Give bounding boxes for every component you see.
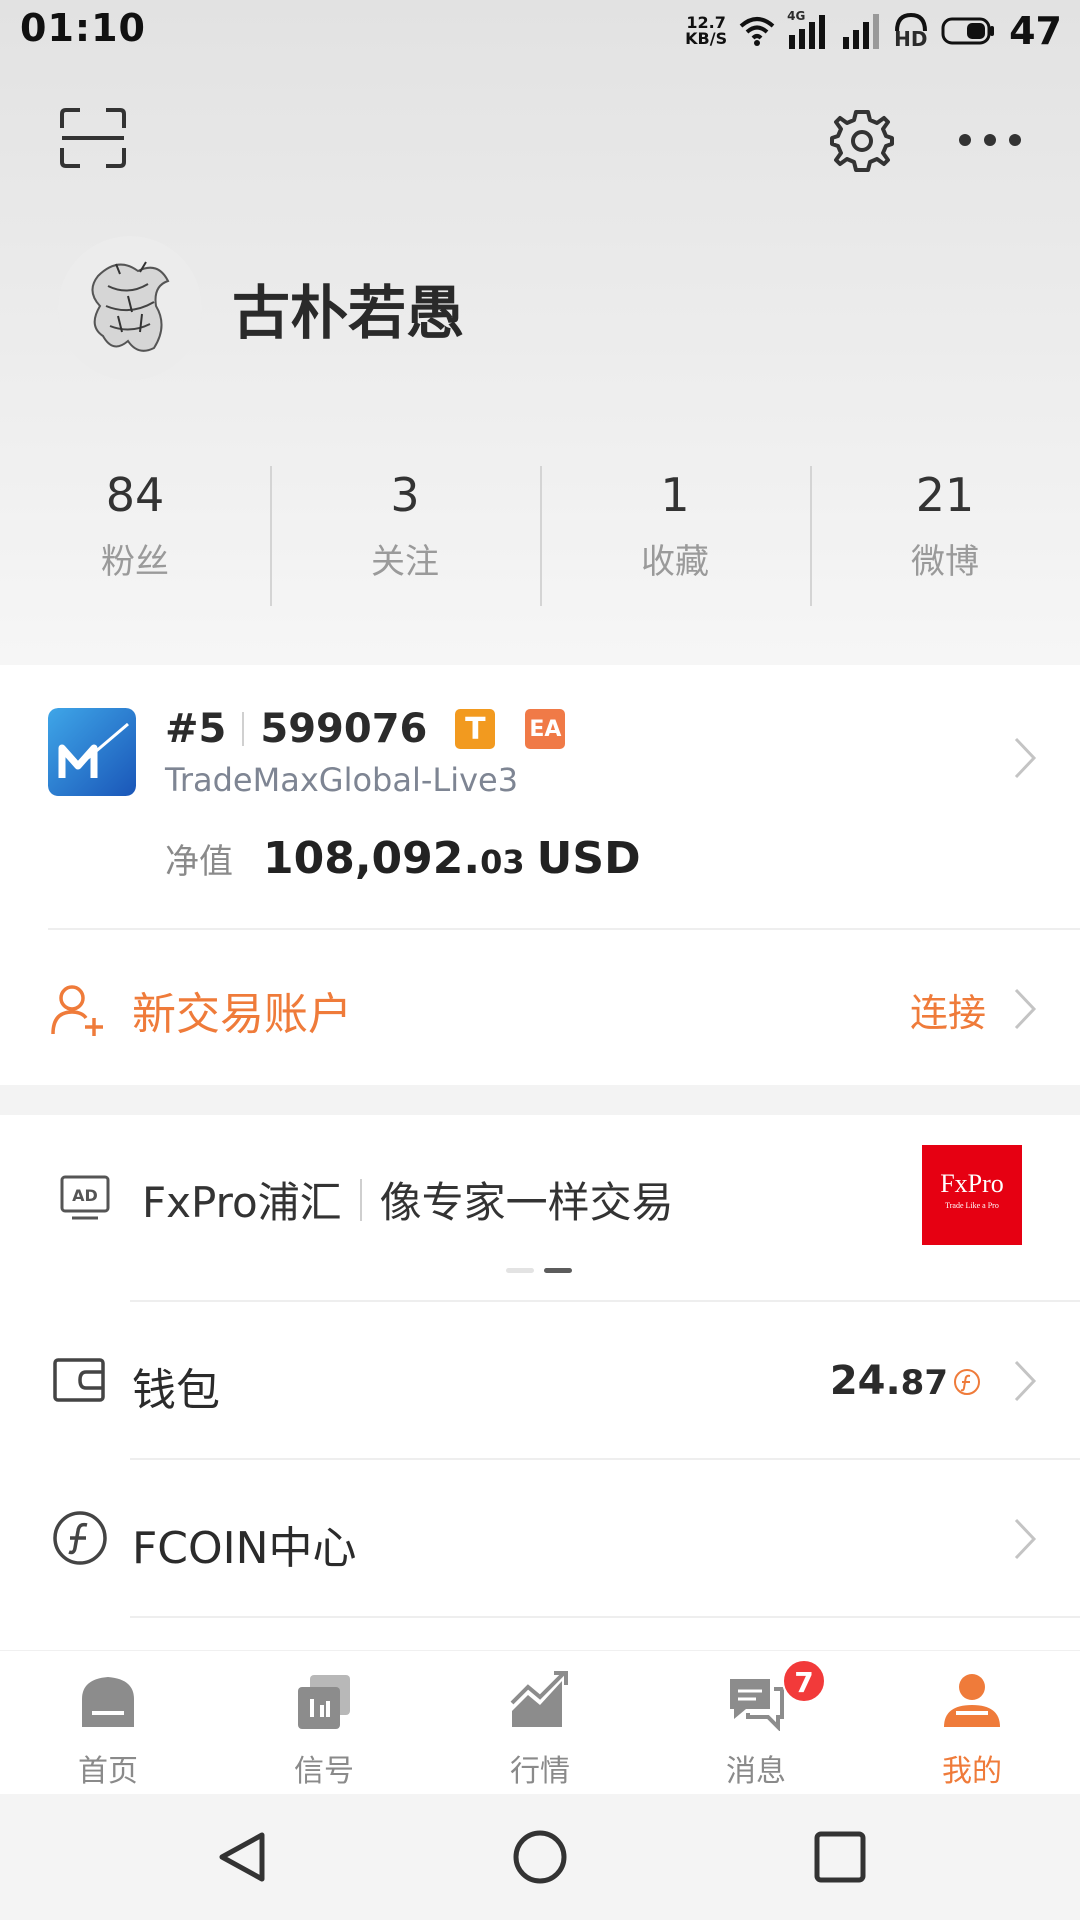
bottom-tab-bar: 首页 信号 行情 7 消息 我的 [0, 1650, 1080, 1794]
account-equity: 净值 108,092. 03 USD [165, 833, 641, 884]
section-separator [0, 1085, 1080, 1115]
equity-label: 净值 [165, 842, 233, 882]
wallet-row[interactable]: 钱包 24. 87 [0, 1302, 1080, 1458]
trading-account-card: #5 599076 T EA TradeMaxGlobal-Live3 净值 1… [0, 665, 1080, 1085]
equity-value: 108,092. [263, 833, 481, 884]
tab-signals[interactable]: 信号 [216, 1651, 432, 1795]
more-icon[interactable] [955, 128, 1025, 152]
divider [130, 1616, 1080, 1618]
recents-icon[interactable] [812, 1829, 868, 1885]
tab-messages[interactable]: 7 消息 [648, 1651, 864, 1795]
profile-stats: 84 粉丝 3 关注 1 收藏 21 微博 [0, 462, 1080, 610]
username: 古朴若愚 [232, 279, 465, 347]
ad-text: FxPro浦汇 像专家一样交易 [142, 1169, 674, 1230]
stat-label: 粉丝 [101, 542, 169, 582]
stat-following[interactable]: 3 关注 [270, 462, 540, 610]
stat-value: 84 [105, 468, 165, 522]
fcoin-center-row[interactable]: FCOIN中心 [0, 1460, 1080, 1616]
settings-icon[interactable] [830, 108, 894, 172]
account-server: TradeMaxGlobal-Live3 [165, 761, 519, 799]
tab-label: 消息 [726, 1754, 786, 1789]
account-rank: #5 [165, 706, 227, 752]
home-button-icon[interactable] [512, 1829, 568, 1885]
ad-banner[interactable]: AD FxPro浦汇 像专家一样交易 FxPro Trade Like a Pr… [0, 1115, 1080, 1300]
carousel-indicator [506, 1268, 572, 1273]
unread-badge: 7 [782, 1659, 826, 1703]
chevron-right-icon [1014, 737, 1037, 779]
tab-label: 我的 [942, 1754, 1002, 1789]
stat-followers[interactable]: 84 粉丝 [0, 462, 270, 610]
stat-value: 21 [915, 468, 975, 522]
status-bar: 01:10 12.7 KB/S 4G HD 47 [0, 0, 1080, 62]
fcoin-center-label: FCOIN中心 [132, 1523, 357, 1574]
wallet-label: 钱包 [132, 1365, 220, 1416]
tab-home[interactable]: 首页 [0, 1651, 216, 1795]
new-trading-account-row[interactable]: 新交易账户 连接 [0, 930, 1080, 1085]
stat-label: 关注 [371, 542, 439, 582]
wifi-icon [739, 17, 775, 46]
fcoin-center-icon [53, 1511, 107, 1565]
chevron-right-icon [1014, 988, 1037, 1030]
equity-currency: USD [536, 833, 641, 884]
status-icons: 12.7 KB/S 4G HD 47 [685, 8, 1062, 54]
hd-voice-icon: HD [891, 11, 931, 51]
ad-brand: FxPro浦汇 [142, 1178, 342, 1227]
stat-weibo[interactable]: 21 微博 [810, 462, 1080, 610]
svg-text:AD: AD [72, 1186, 98, 1205]
divider [242, 712, 245, 746]
ad-logo-subtitle: Trade Like a Pro [945, 1201, 999, 1210]
new-account-label: 新交易账户 [132, 989, 352, 1040]
avatar[interactable] [58, 236, 202, 380]
ad-logo: FxPro Trade Like a Pro [922, 1145, 1022, 1245]
signal-icon [298, 1675, 350, 1729]
market-icon [510, 1671, 568, 1727]
cellular-4g-icon: 4G [787, 9, 831, 51]
cellular-signal-icon [843, 14, 880, 49]
stat-value: 3 [390, 468, 420, 522]
broker-logo [48, 708, 136, 796]
ad-logo-title: FxPro [940, 1169, 1004, 1198]
wallet-icon [53, 1358, 105, 1402]
tab-market[interactable]: 行情 [432, 1651, 648, 1795]
divider [359, 1178, 362, 1221]
add-user-icon [51, 985, 103, 1036]
battery-icon [941, 17, 995, 45]
network-speed: 12.7 KB/S [685, 13, 728, 48]
ad-icon: AD [60, 1175, 110, 1220]
stat-value: 1 [660, 468, 690, 522]
chevron-right-icon [1014, 1360, 1037, 1402]
back-icon[interactable] [214, 1829, 270, 1885]
stat-favorites[interactable]: 1 收藏 [540, 462, 810, 610]
tab-label: 信号 [294, 1754, 354, 1789]
system-navigation-bar [0, 1794, 1080, 1920]
account-title: #5 599076 T EA [165, 703, 566, 755]
connect-button[interactable]: 连接 [910, 982, 986, 1037]
stat-label: 收藏 [641, 542, 709, 582]
chevron-right-icon [1014, 1518, 1037, 1560]
trader-badge: T [455, 709, 496, 749]
scan-icon[interactable] [60, 108, 126, 168]
profile-icon [944, 1674, 1000, 1727]
tab-profile[interactable]: 我的 [864, 1651, 1080, 1795]
ea-badge: EA [525, 709, 566, 749]
equity-decimals: 03 [480, 843, 525, 881]
ad-slogan: 像专家一样交易 [379, 1178, 674, 1227]
status-time: 01:10 [20, 6, 146, 50]
tab-label: 首页 [78, 1754, 138, 1789]
message-icon [730, 1679, 784, 1731]
stat-label: 微博 [911, 542, 979, 582]
carousel-dot [506, 1268, 534, 1273]
battery-percent: 47 [1009, 9, 1062, 53]
fcoin-icon [954, 1369, 980, 1395]
account-row[interactable]: #5 599076 T EA TradeMaxGlobal-Live3 净值 1… [0, 665, 1080, 928]
home-icon [82, 1677, 134, 1727]
wallet-balance: 24. 87 [829, 1358, 948, 1404]
tab-label: 行情 [510, 1754, 570, 1789]
carousel-dot-active [544, 1268, 572, 1273]
account-number: 599076 [260, 706, 428, 752]
